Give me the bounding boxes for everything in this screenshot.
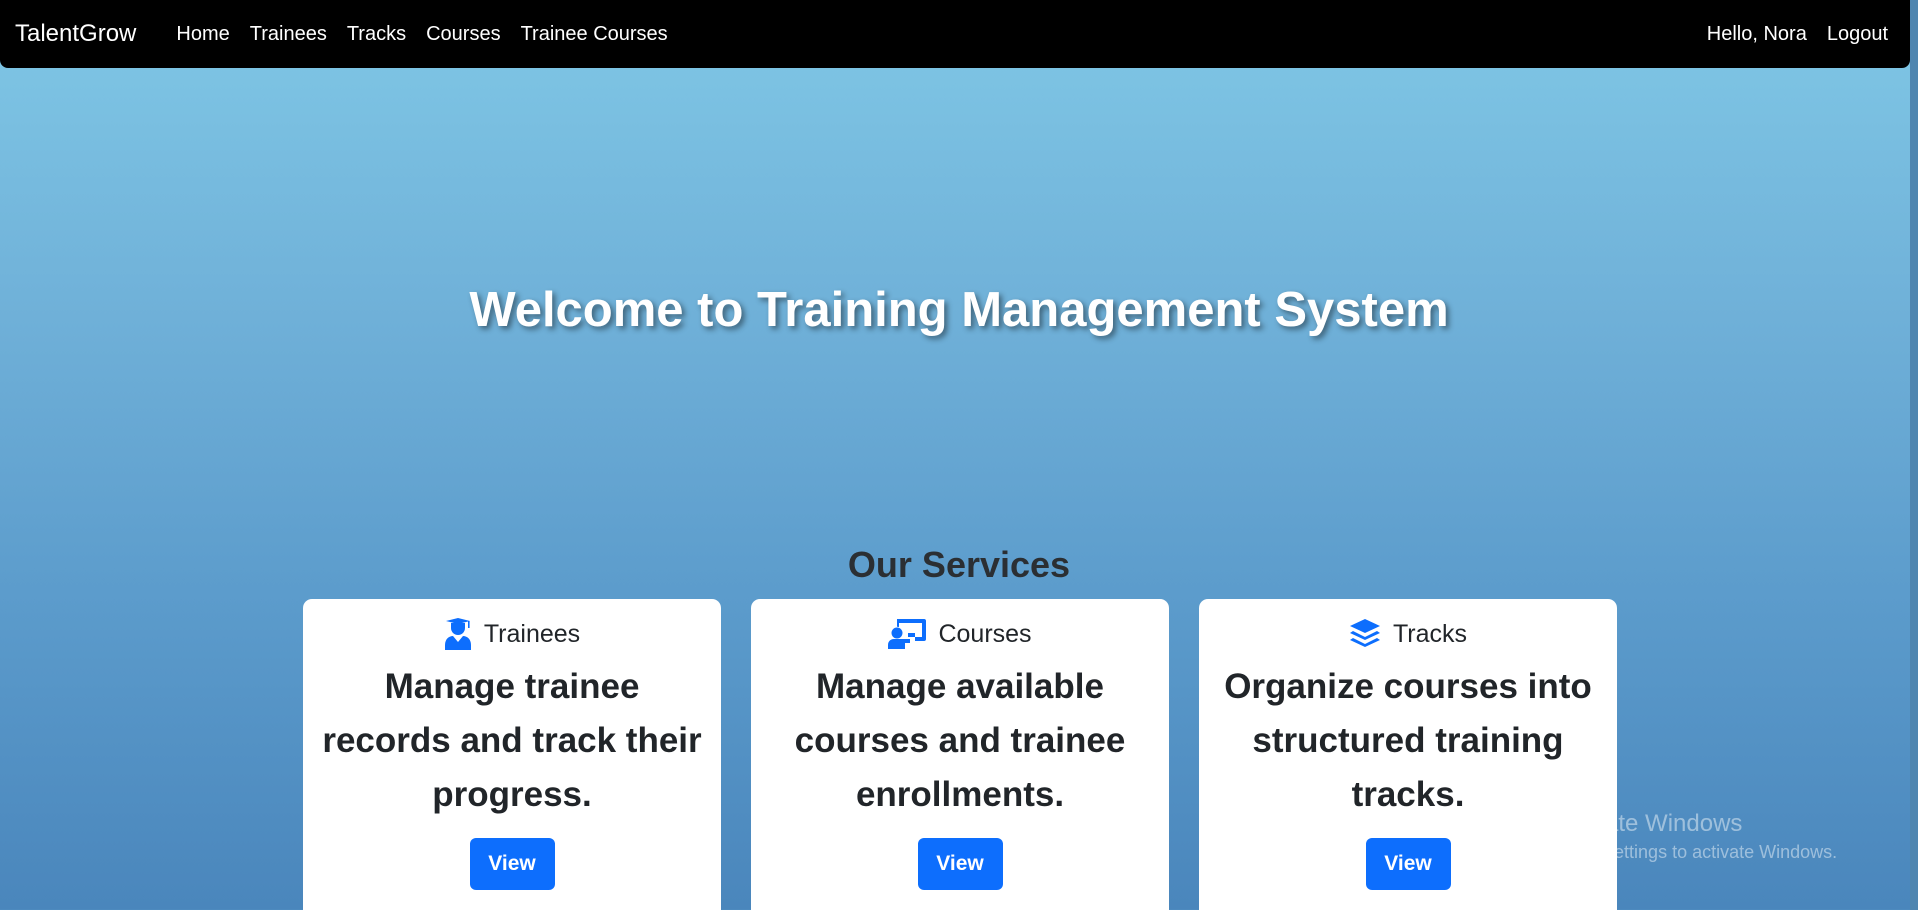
card-description: Manage trainee records and track their p… [322, 667, 702, 814]
nav-link-trainees[interactable]: Trainees [240, 23, 337, 46]
user-menu: Hello, Nora Logout [1697, 23, 1898, 46]
service-card-courses: Courses Manage available courses and tra… [751, 599, 1169, 910]
nav-link-home[interactable]: Home [166, 23, 239, 46]
card-label: Tracks [1392, 619, 1468, 648]
brand-logo[interactable]: TalentGrow [15, 20, 136, 48]
card-description: Manage available courses and trainee enr… [794, 667, 1126, 814]
chalkboard-teacher-icon [888, 619, 927, 649]
nav-link-tracks[interactable]: Tracks [337, 23, 416, 46]
user-greeting[interactable]: Hello, Nora [1697, 23, 1817, 46]
card-label: Courses [938, 619, 1032, 648]
hero-title: Welcome to Training Management System [469, 283, 1449, 337]
card-header: Trainees [303, 616, 721, 652]
service-card-tracks: Tracks Organize courses into structured … [1199, 599, 1617, 910]
view-courses-button[interactable]: View [917, 838, 1003, 890]
nav-link-courses[interactable]: Courses [416, 23, 510, 46]
service-card-trainees: Trainees Manage trainee records and trac… [303, 599, 721, 910]
card-description: Organize courses into structured trainin… [1224, 667, 1592, 814]
nav-link-trainee-courses[interactable]: Trainee Courses [511, 23, 678, 46]
logout-link[interactable]: Logout [1817, 23, 1898, 46]
card-header: Tracks [1199, 616, 1617, 652]
services-title: Our Services [847, 544, 1071, 585]
layers-icon [1349, 618, 1381, 650]
card-label: Trainees [483, 619, 581, 648]
top-navbar: TalentGrow Home Trainees Tracks Courses … [0, 0, 1910, 68]
card-header: Courses [751, 616, 1169, 652]
view-trainees-button[interactable]: View [469, 838, 555, 890]
watermark-title: Activate Windows [1553, 810, 1743, 837]
windows-activation-watermark: Activate Windows Go to Settings to activ… [1553, 810, 1837, 863]
scrollbar[interactable] [1910, 0, 1918, 910]
view-tracks-button[interactable]: View [1365, 838, 1451, 890]
nav-links: Home Trainees Tracks Courses Trainee Cou… [166, 23, 677, 46]
watermark-subtitle: Go to Settings to activate Windows. [1553, 842, 1838, 862]
graduate-user-icon [444, 618, 472, 650]
